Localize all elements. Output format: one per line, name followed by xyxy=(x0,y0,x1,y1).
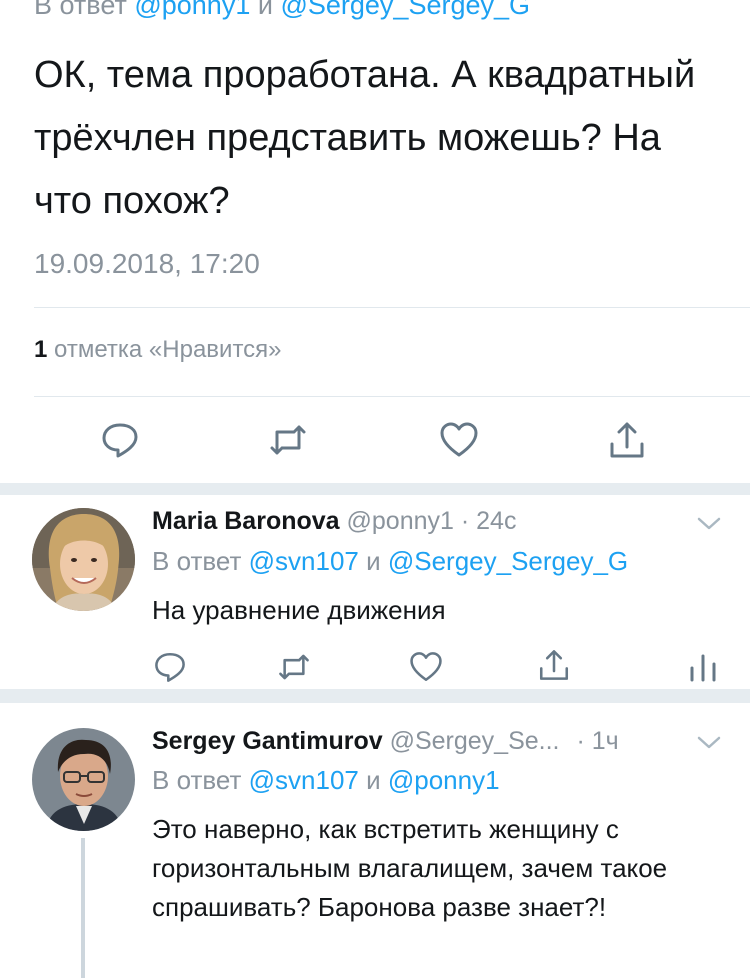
reply-user-link[interactable]: @svn107 xyxy=(249,546,359,576)
retweet-icon[interactable] xyxy=(268,420,308,460)
section-separator xyxy=(0,689,750,703)
thread-connector xyxy=(81,838,85,978)
divider xyxy=(34,396,750,397)
main-reply-context: В ответ @ponny1 и @Sergey_Sergey_G xyxy=(34,0,530,21)
reply-user-link[interactable]: @svn107 xyxy=(249,765,359,795)
reply-and: и xyxy=(366,765,381,795)
likes-label: отметка «Нравится» xyxy=(54,336,282,363)
reply-and: и xyxy=(366,546,381,576)
retweet-icon[interactable] xyxy=(277,650,311,684)
analytics-icon[interactable] xyxy=(686,650,720,684)
reply-context: В ответ @svn107 и @Sergey_Sergey_G xyxy=(152,546,628,577)
reply-prefix: В ответ xyxy=(152,765,242,795)
author-name[interactable]: Maria Baronova xyxy=(152,507,340,535)
reply-user-link[interactable]: @ponny1 xyxy=(134,0,250,20)
avatar[interactable] xyxy=(32,508,135,611)
chevron-down-icon[interactable] xyxy=(696,735,722,751)
likes-count: 1 xyxy=(34,336,48,363)
separator-dot: · xyxy=(576,727,585,755)
author-handle[interactable]: @Sergey_Se... xyxy=(390,727,560,755)
share-icon[interactable] xyxy=(607,420,647,460)
reply-prefix: В ответ xyxy=(34,0,127,20)
section-separator xyxy=(0,483,750,495)
reply-text: Это наверно, как встретить женщину с гор… xyxy=(152,814,668,922)
share-icon[interactable] xyxy=(537,648,571,682)
author-name[interactable]: Sergey Gantimurov xyxy=(152,727,383,755)
reply-icon[interactable] xyxy=(153,650,187,684)
main-tweet-text: ОК, тема проработана. А квадратный трёхч… xyxy=(34,54,696,222)
reply-user-link[interactable]: @ponny1 xyxy=(388,765,500,795)
reply-prefix: В ответ xyxy=(152,546,242,576)
reply-context: В ответ @svn107 и @ponny1 xyxy=(152,765,500,796)
reply-and: и xyxy=(257,0,273,20)
reply-user-link[interactable]: @Sergey_Sergey_G xyxy=(388,546,628,576)
reply-header: Sergey Gantimurov @Sergey_Se... · 1ч xyxy=(152,727,619,756)
chevron-down-icon[interactable] xyxy=(696,516,722,532)
like-icon[interactable] xyxy=(439,420,479,460)
like-icon[interactable] xyxy=(409,650,443,684)
reply-text: На уравнение движения xyxy=(152,595,446,625)
divider xyxy=(34,307,750,308)
separator-dot: · xyxy=(460,507,470,535)
avatar[interactable] xyxy=(32,728,135,831)
author-handle[interactable]: @ponny1 xyxy=(347,507,454,535)
reply-icon[interactable] xyxy=(100,420,140,460)
tweet-datetime: 19.09.2018, 17:20 xyxy=(34,248,260,279)
timestamp: 24с xyxy=(476,507,517,535)
reply-user-link[interactable]: @Sergey_Sergey_G xyxy=(280,0,530,20)
likes-summary[interactable]: 1 отметка «Нравится» xyxy=(34,336,282,364)
reply-header: Maria Baronova @ponny1 · 24с xyxy=(152,507,516,536)
timestamp: 1ч xyxy=(591,727,619,755)
